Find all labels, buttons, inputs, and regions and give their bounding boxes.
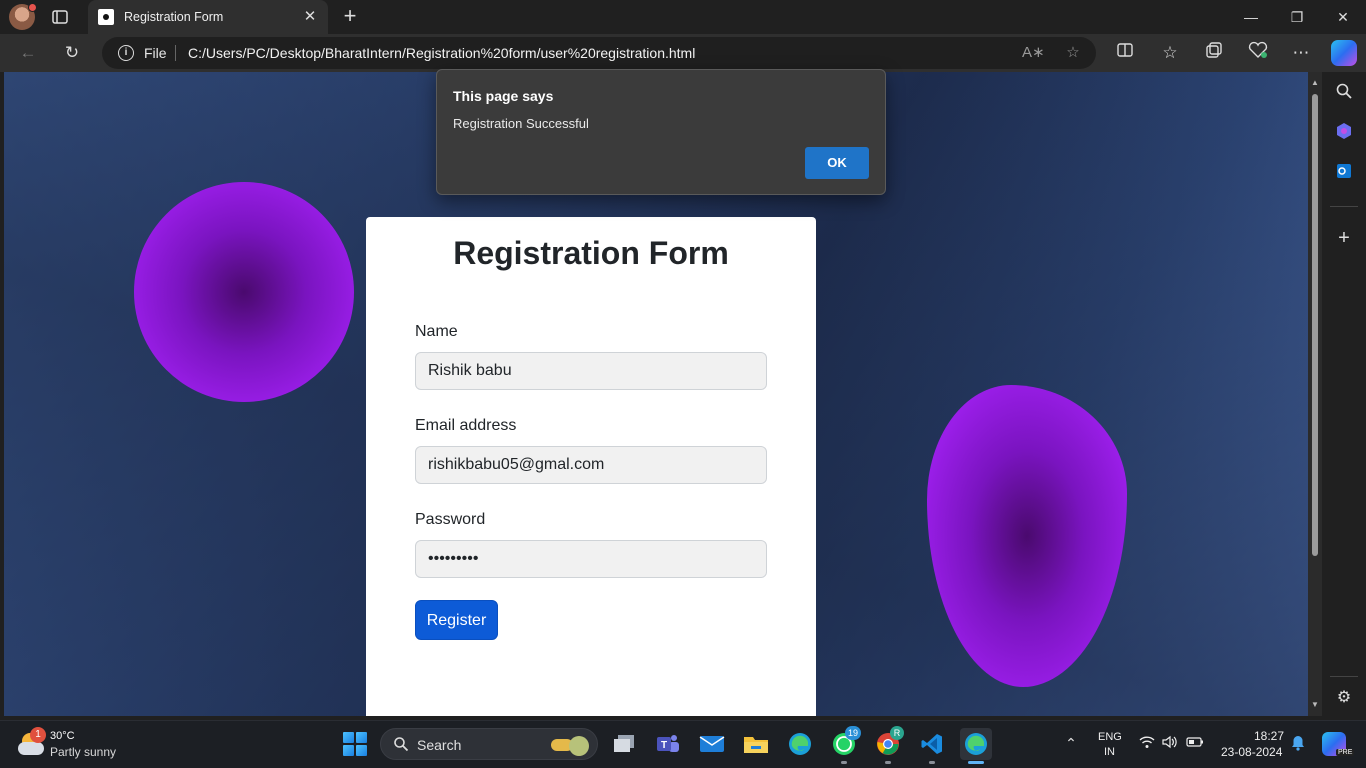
split-screen-icon[interactable] [1112,41,1138,65]
vscode-running-indicator [929,761,935,764]
volume-icon[interactable] [1161,735,1179,753]
dialog-title: This page says [453,88,554,104]
wifi-icon[interactable] [1138,735,1156,753]
address-separator [175,45,176,61]
language-indicator[interactable]: ENG [1098,731,1122,743]
outlook-icon[interactable] [1332,162,1356,186]
email-input[interactable]: rishikbabu05@gmal.com [415,446,767,484]
weather-temperature[interactable]: 30°C [50,730,75,742]
page-favicon-icon [98,9,114,25]
decorative-blob [927,385,1127,687]
favorite-star-icon[interactable]: ☆ [1062,42,1084,64]
name-input[interactable]: Rishik babu [415,352,767,390]
scheme-label: File [144,45,167,61]
taskbar-search[interactable]: Search [380,728,598,760]
mail-icon[interactable] [696,728,728,760]
task-view-icon[interactable] [608,728,640,760]
vscode-icon[interactable] [916,728,948,760]
clock-date[interactable]: 23-08-2024 [1221,745,1282,759]
battery-icon[interactable] [1186,735,1204,753]
active-tab[interactable]: Registration Form ✕ [88,0,328,34]
weather-badge: 1 [30,727,46,743]
email-label: Email address [415,417,517,434]
dialog-message: Registration Successful [453,116,589,131]
tab-actions-icon[interactable] [50,7,70,27]
form-title: Registration Form [453,235,729,271]
add-icon[interactable]: + [1332,226,1356,250]
copilot-icon[interactable] [1331,40,1357,66]
chevron-up-icon[interactable]: ⌃ [1062,734,1080,752]
decorative-circle [134,182,354,402]
scroll-thumb[interactable] [1312,94,1318,556]
browser-essentials-icon[interactable] [1245,41,1271,65]
edge-icon[interactable] [784,728,816,760]
password-label: Password [415,511,486,528]
file-explorer-icon[interactable] [740,728,772,760]
back-icon[interactable]: ← [15,41,41,65]
scroll-down-icon[interactable]: ▼ [1310,700,1320,710]
name-label: Name [415,323,458,340]
registration-form: Registration Form Name Rishik babu Email… [366,217,816,716]
profile-notification-dot [28,3,37,12]
svg-text:T: T [661,740,667,751]
close-window-button[interactable]: ✕ [1320,0,1366,34]
new-tab-button[interactable]: + [338,5,362,29]
alert-dialog: This page says Registration Successful O… [436,69,886,195]
navigation-bar: ← ↻ i File C:/Users/PC/Desktop/BharatInt… [0,34,1366,72]
copilot-icon[interactable] [1332,122,1356,146]
edge-sidebar: + ⚙ [1322,72,1366,716]
profile-avatar[interactable] [9,3,37,30]
edge-active-indicator [968,761,984,764]
tab-close-icon[interactable]: ✕ [300,7,320,27]
sidebar-separator [1330,676,1358,677]
copilot-preview-tag: PRE [1336,749,1355,756]
minimize-button[interactable]: — [1228,0,1274,34]
notification-bell-icon[interactable] [1289,735,1307,753]
clock-time[interactable]: 18:27 [1254,729,1284,743]
refresh-icon[interactable]: ↻ [59,41,85,65]
info-icon[interactable]: i [118,45,134,61]
search-icon [393,736,409,752]
restore-button[interactable]: ❐ [1274,0,1320,34]
password-input[interactable]: ••••••••• [415,540,767,578]
search-label: Search [417,737,462,753]
scroll-up-icon[interactable]: ▲ [1310,78,1320,88]
weather-condition[interactable]: Partly sunny [50,745,116,759]
page-scrollbar[interactable]: ▲ ▼ [1308,72,1322,716]
tab-title: Registration Form [124,10,224,24]
address-bar[interactable]: i File C:/Users/PC/Desktop/BharatIntern/… [102,37,1096,69]
region-indicator[interactable]: IN [1104,746,1115,758]
more-icon[interactable]: ⋯ [1288,41,1314,65]
chrome-running-indicator [885,761,891,764]
collections-icon[interactable] [1201,41,1227,65]
whatsapp-running-indicator [841,761,847,764]
edge-active-icon[interactable] [960,728,992,760]
chrome-profile-badge: R [890,726,904,740]
teams-icon[interactable]: T [652,728,684,760]
sidebar-separator [1330,206,1358,207]
favorites-icon[interactable]: ☆ [1157,41,1183,65]
search-highlight-icon [551,734,591,756]
whatsapp-badge: 19 [845,726,862,740]
start-button[interactable] [343,732,367,756]
search-icon[interactable] [1332,82,1356,106]
read-aloud-icon[interactable]: A∗ [1022,42,1045,64]
url-text[interactable]: C:/Users/PC/Desktop/BharatIntern/Registr… [188,45,695,61]
register-button[interactable]: Register [415,600,498,640]
settings-icon[interactable]: ⚙ [1332,686,1356,710]
ok-button[interactable]: OK [805,147,869,179]
title-bar: Registration Form ✕ + — ❐ ✕ [0,0,1366,34]
